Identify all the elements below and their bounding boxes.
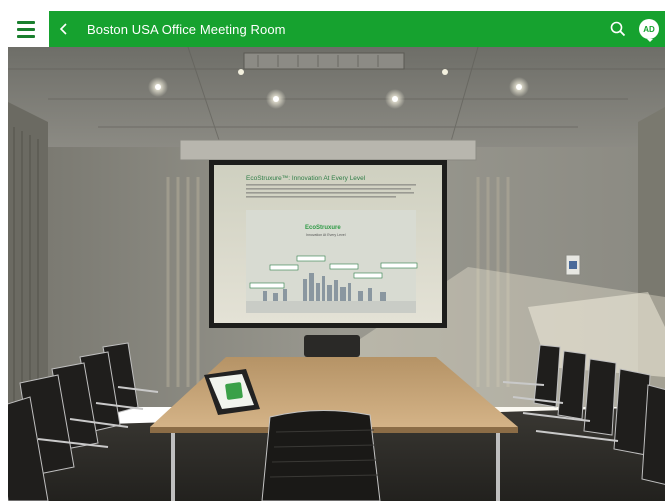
room-view: EcoStruxure™: Innovation At Every Level … bbox=[8, 47, 665, 501]
screen-tagline: Innovation At Every Level bbox=[306, 233, 346, 237]
back-button[interactable] bbox=[51, 11, 77, 47]
search-icon[interactable] bbox=[609, 20, 627, 38]
app-header: Boston USA Office Meeting Room AD bbox=[49, 11, 665, 47]
caret-down-icon bbox=[647, 39, 653, 42]
screen-heading: EcoStruxure™: Innovation At Every Level bbox=[246, 175, 366, 182]
avatar[interactable]: AD bbox=[639, 19, 659, 39]
page-title: Boston USA Office Meeting Room bbox=[87, 21, 286, 37]
hamburger-icon bbox=[17, 20, 35, 24]
menu-button[interactable] bbox=[8, 11, 44, 47]
screen-logo: EcoStruxure bbox=[305, 225, 341, 231]
chevron-left-icon bbox=[59, 23, 67, 35]
